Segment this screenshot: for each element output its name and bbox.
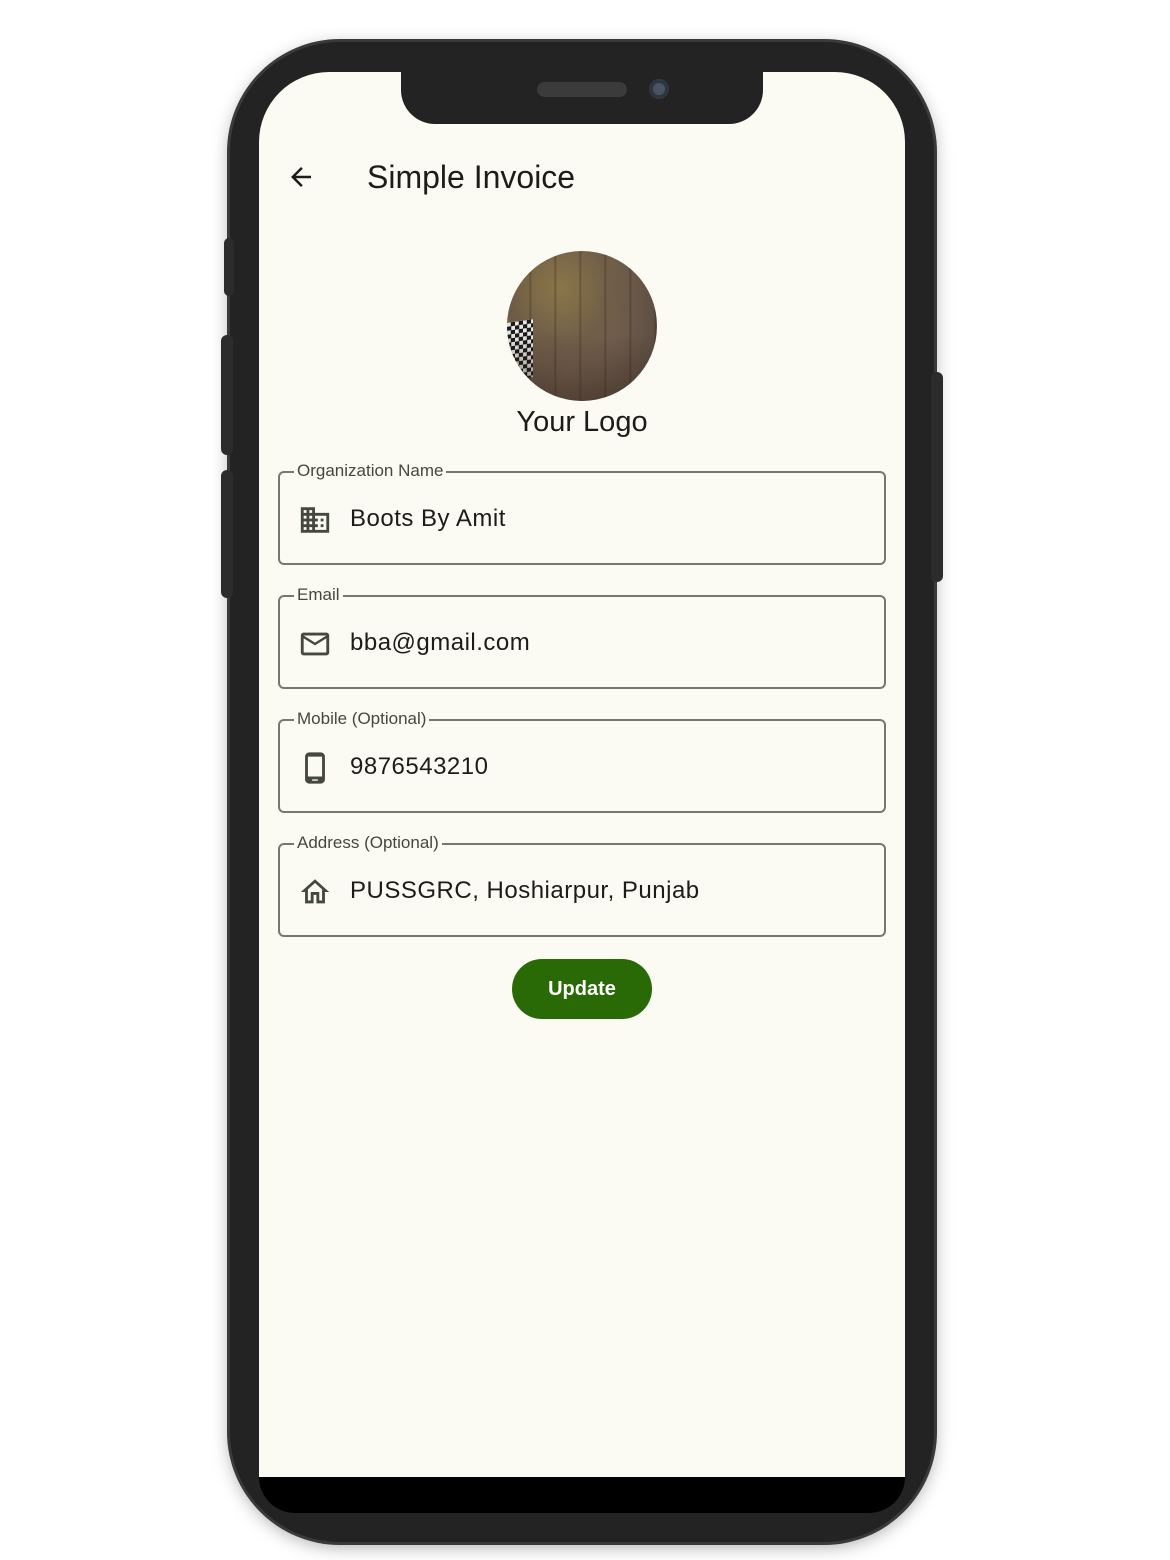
earpiece-speaker	[537, 82, 627, 97]
page-title: Simple Invoice	[367, 159, 576, 195]
mail-icon	[298, 627, 332, 661]
organization-name-field[interactable]: Organization Name	[278, 460, 886, 565]
mobile-label: Mobile (Optional)	[294, 708, 430, 730]
home-icon	[298, 875, 332, 909]
address-input[interactable]	[350, 873, 870, 909]
arrow-back-icon	[291, 167, 311, 187]
business-icon	[298, 503, 332, 537]
update-button[interactable]: Update	[512, 959, 652, 1019]
address-label: Address (Optional)	[294, 832, 442, 854]
back-button[interactable]	[281, 157, 321, 197]
power-button	[931, 372, 943, 582]
address-field[interactable]: Address (Optional)	[278, 832, 886, 937]
mobile-field[interactable]: Mobile (Optional)	[278, 708, 886, 813]
volume-down-button	[221, 470, 233, 598]
email-input[interactable]	[350, 625, 870, 661]
email-field[interactable]: Email	[278, 584, 886, 689]
logo-image[interactable]	[507, 251, 657, 401]
smartphone-icon	[298, 751, 332, 785]
mobile-input[interactable]	[350, 749, 870, 785]
logo-shade	[507, 333, 657, 401]
email-label: Email	[294, 584, 343, 606]
organization-name-input[interactable]	[350, 501, 870, 537]
front-camera	[649, 79, 669, 99]
organization-name-label: Organization Name	[294, 460, 447, 482]
logo-label: Your Logo	[516, 406, 648, 438]
screen-bottom-bar	[259, 1477, 905, 1513]
silent-switch	[224, 238, 234, 296]
volume-up-button	[221, 335, 233, 455]
